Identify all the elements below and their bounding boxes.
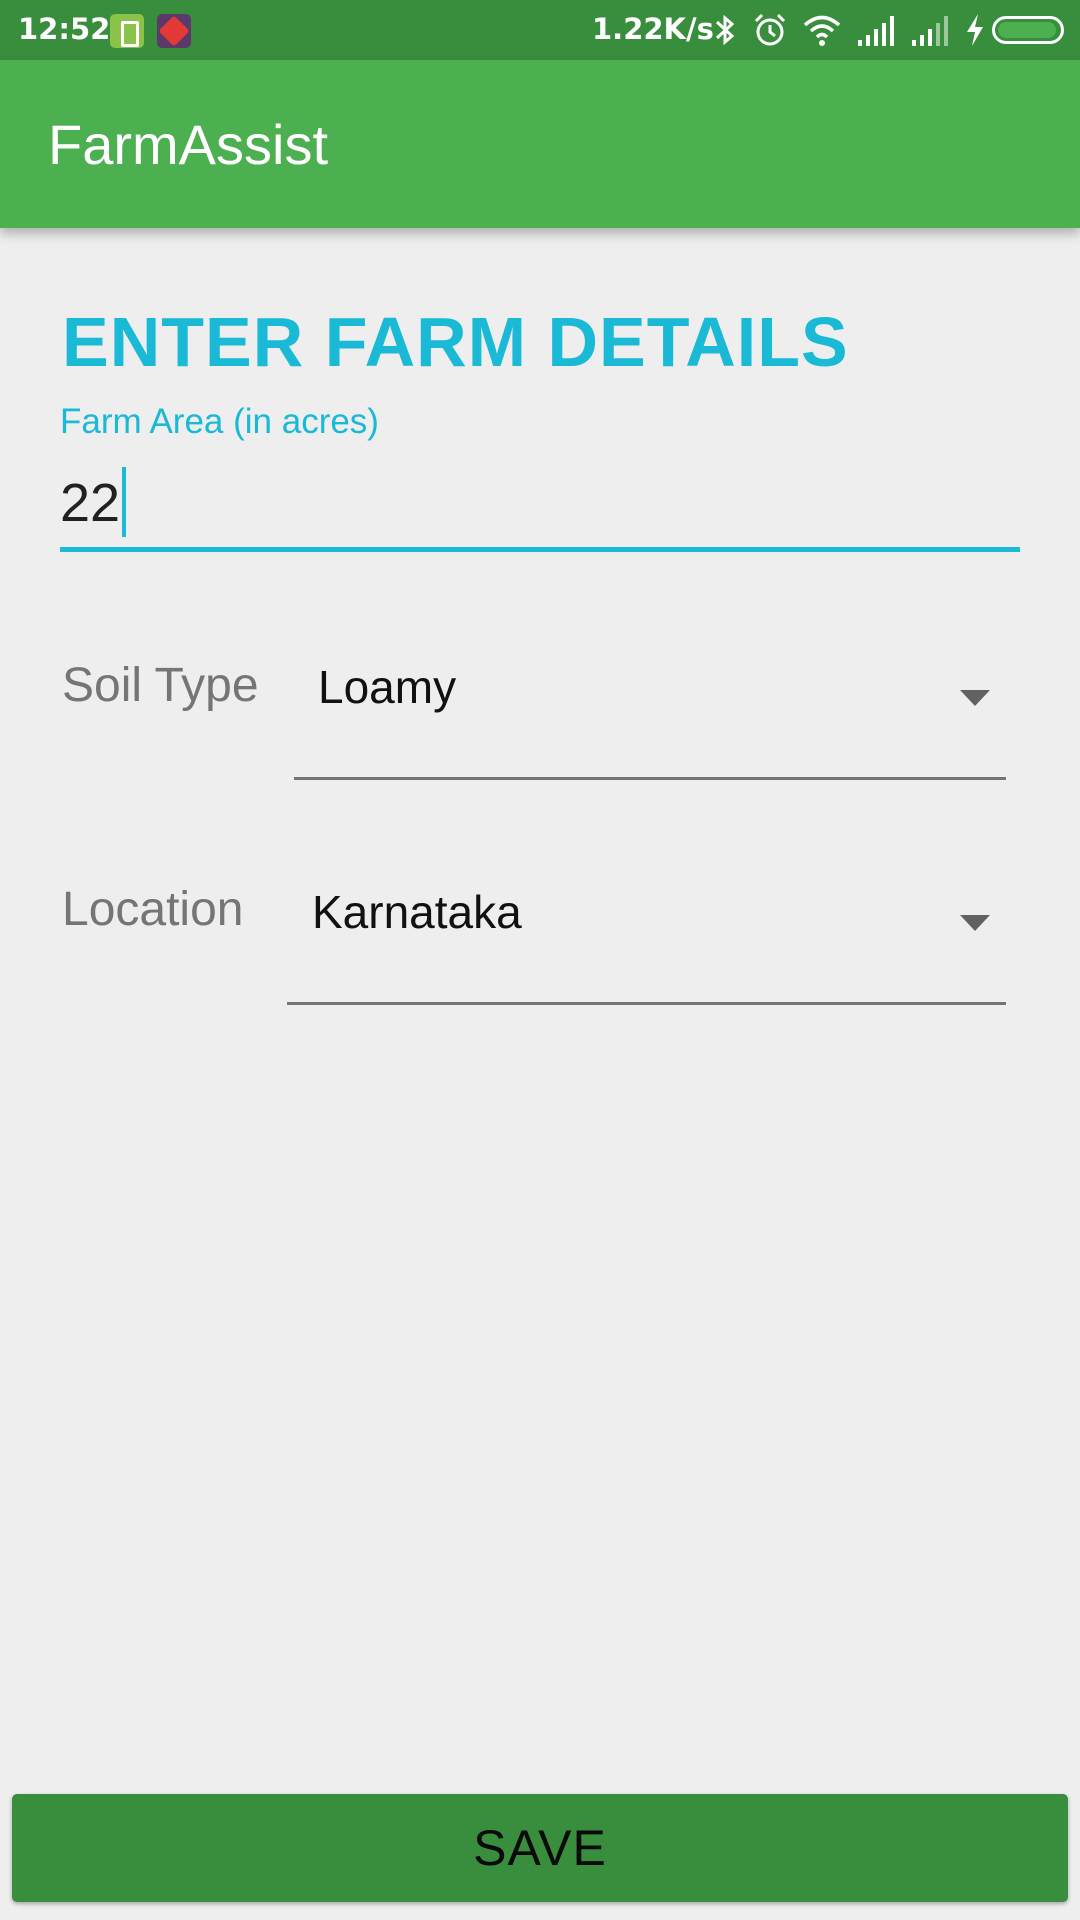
app-bar: FarmAssist (0, 60, 1080, 228)
battery-saver-notification-icon (110, 14, 144, 48)
location-dropdown[interactable]: Karnataka (287, 873, 1006, 1005)
status-time: 12:52 (18, 12, 111, 46)
chevron-down-icon (960, 690, 990, 706)
charging-icon (967, 14, 983, 46)
alarm-icon (754, 13, 786, 46)
app-title: FarmAssist (48, 113, 328, 176)
location-label: Location (62, 883, 244, 936)
soil-type-value: Loamy (318, 661, 457, 713)
form-heading: ENTER FARM DETAILS (62, 303, 849, 381)
soil-type-dropdown[interactable]: Loamy (294, 648, 1006, 780)
battery-level (998, 22, 1056, 38)
battery-icon (992, 16, 1064, 44)
network-speed: 1.22K/s (592, 12, 714, 46)
farm-area-value: 22 (60, 466, 127, 537)
chevron-down-icon (960, 915, 990, 931)
save-button[interactable]: SAVE (12, 1794, 1068, 1902)
status-bar: 12:52 1.22K/s (0, 0, 1080, 60)
signal-strength-icon (858, 16, 894, 46)
signal-strength-2-icon (912, 16, 948, 46)
app-notification-icon (157, 14, 191, 48)
farm-area-input[interactable]: 22 (60, 460, 1020, 552)
soil-type-label: Soil Type (62, 659, 259, 712)
wifi-icon (803, 15, 841, 46)
location-value: Karnataka (312, 886, 522, 938)
bluetooth-icon (715, 14, 735, 46)
text-cursor (122, 466, 127, 537)
farm-area-label: Farm Area (in acres) (60, 402, 379, 441)
